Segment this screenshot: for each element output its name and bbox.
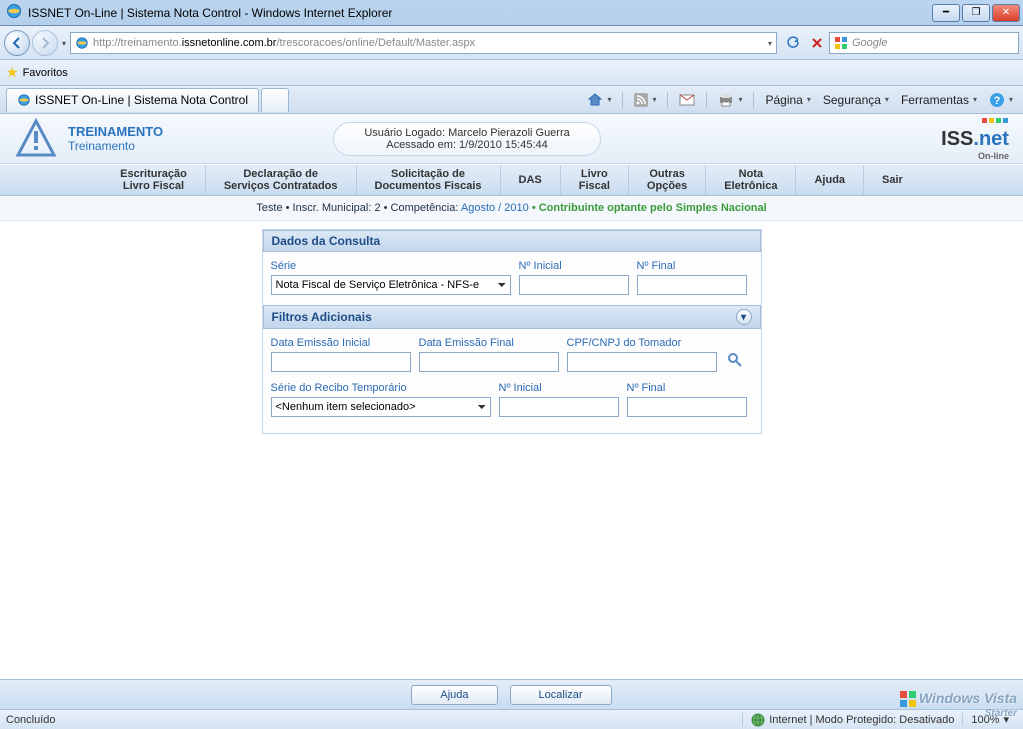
label-recibo-n-inicial: Nº Inicial: [499, 382, 619, 394]
url-part2: /trescoracoes/online/Default/Master.aspx: [276, 37, 475, 49]
help-menu[interactable]: ?: [985, 90, 1017, 110]
search-icon: [727, 352, 743, 368]
status-zone[interactable]: Internet | Modo Protegido: Desativado: [742, 713, 962, 727]
input-cpf-cnpj[interactable]: [567, 352, 717, 372]
help-icon: ?: [989, 92, 1005, 108]
input-n-final[interactable]: [637, 275, 747, 295]
tab-active[interactable]: ISSNET On-Line | Sistema Nota Control: [6, 88, 259, 112]
menu-livro-fiscal[interactable]: LivroFiscal: [561, 165, 629, 195]
menu-escrituracao[interactable]: EscrituraçãoLivro Fiscal: [102, 165, 206, 195]
menu-ajuda[interactable]: Ajuda: [796, 165, 864, 195]
input-recibo-n-inicial[interactable]: [499, 397, 619, 417]
tools-menu[interactable]: Ferramentas: [897, 91, 981, 109]
training-title: TREINAMENTO: [68, 124, 163, 140]
panel-filtros-header: Filtros Adicionais ▾: [263, 305, 761, 329]
logged-user: Usuário Logado: Marcelo Pierazoli Guerra: [364, 127, 569, 139]
back-button[interactable]: [4, 30, 30, 56]
address-bar[interactable]: http://treinamento.issnetonline.com.br/t…: [70, 32, 777, 54]
feeds-button[interactable]: [630, 91, 660, 109]
status-competencia: Agosto / 2010: [461, 202, 529, 214]
address-dropdown[interactable]: [766, 37, 772, 49]
status-text-1: Teste • Inscr. Municipal: 2 • Competênci…: [256, 202, 461, 214]
safety-menu[interactable]: Segurança: [819, 91, 893, 109]
stop-button[interactable]: [807, 33, 827, 53]
ie-icon: [17, 93, 31, 107]
close-button[interactable]: ✕: [992, 4, 1020, 22]
label-serie: Série: [271, 260, 511, 272]
globe-icon: [751, 713, 765, 727]
input-recibo-n-final[interactable]: [627, 397, 747, 417]
search-cpf-button[interactable]: [725, 350, 745, 370]
menu-sair[interactable]: Sair: [864, 165, 921, 195]
forward-button[interactable]: [32, 30, 58, 56]
menu-outras-opcoes[interactable]: OutrasOpções: [629, 165, 706, 195]
label-serie-recibo: Série do Recibo Temporário: [271, 382, 491, 394]
menu-solicitacao[interactable]: Solicitação deDocumentos Fiscais: [357, 165, 501, 195]
input-data-final[interactable]: [419, 352, 559, 372]
status-simples: • Contribuinte optante pelo Simples Naci…: [529, 202, 767, 214]
label-n-inicial: Nº Inicial: [519, 260, 629, 272]
minimize-button[interactable]: ━: [932, 4, 960, 22]
status-zoom[interactable]: 100% ▾: [962, 713, 1017, 726]
collapse-button[interactable]: ▾: [736, 309, 752, 325]
url-host: issnetonline.com.br: [182, 37, 277, 49]
rss-icon: [634, 93, 648, 107]
login-info: Usuário Logado: Marcelo Pierazoli Guerra…: [333, 122, 600, 156]
button-localizar[interactable]: Localizar: [510, 685, 612, 705]
issnet-logo: ISS.net On-line: [941, 116, 1009, 161]
mail-icon: [679, 94, 695, 106]
label-cpf-cnpj: CPF/CNPJ do Tomador: [567, 337, 717, 349]
home-icon: [587, 92, 603, 108]
tab-title: ISSNET On-Line | Sistema Nota Control: [35, 93, 248, 107]
status-done: Concluído: [6, 714, 56, 726]
page-menu[interactable]: Página: [761, 91, 814, 109]
svg-text:?: ?: [994, 95, 1001, 107]
maximize-button[interactable]: ❐: [962, 4, 990, 22]
favorites-label[interactable]: Favoritos: [23, 67, 68, 79]
new-tab-button[interactable]: [261, 88, 289, 112]
label-n-final: Nº Final: [637, 260, 747, 272]
refresh-button[interactable]: [783, 33, 803, 53]
home-button[interactable]: [583, 90, 615, 110]
button-ajuda[interactable]: Ajuda: [411, 685, 497, 705]
panel-dados-consulta-header: Dados da Consulta: [263, 230, 761, 252]
window-title: ISSNET On-Line | Sistema Nota Control - …: [28, 6, 932, 20]
input-n-inicial[interactable]: [519, 275, 629, 295]
training-subtitle: Treinamento: [68, 139, 163, 153]
accessed-at: Acessado em: 1/9/2010 15:45:44: [364, 139, 569, 151]
input-data-inicial[interactable]: [271, 352, 411, 372]
menu-das[interactable]: DAS: [501, 165, 561, 195]
menu-declaracao[interactable]: Declaração deServiços Contratados: [206, 165, 357, 195]
select-serie[interactable]: Nota Fiscal de Serviço Eletrônica - NFS-…: [271, 275, 511, 295]
search-placeholder: Google: [852, 37, 887, 49]
warning-icon: [14, 117, 58, 161]
mail-button[interactable]: [675, 92, 699, 108]
google-icon: [834, 36, 848, 50]
label-data-final: Data Emissão Final: [419, 337, 559, 349]
label-data-inicial: Data Emissão Inicial: [271, 337, 411, 349]
search-box[interactable]: Google: [829, 32, 1019, 54]
nav-history-dropdown[interactable]: [60, 37, 66, 49]
label-recibo-n-final: Nº Final: [627, 382, 747, 394]
favorites-star-icon[interactable]: ★: [6, 64, 19, 81]
url-part1: http://treinamento.: [93, 37, 182, 49]
printer-icon: [718, 93, 734, 107]
ie-icon: [6, 3, 22, 22]
select-serie-recibo[interactable]: <Nenhum item selecionado>: [271, 397, 491, 417]
print-button[interactable]: [714, 91, 746, 109]
menu-nota-eletronica[interactable]: NotaEletrônica: [706, 165, 796, 195]
